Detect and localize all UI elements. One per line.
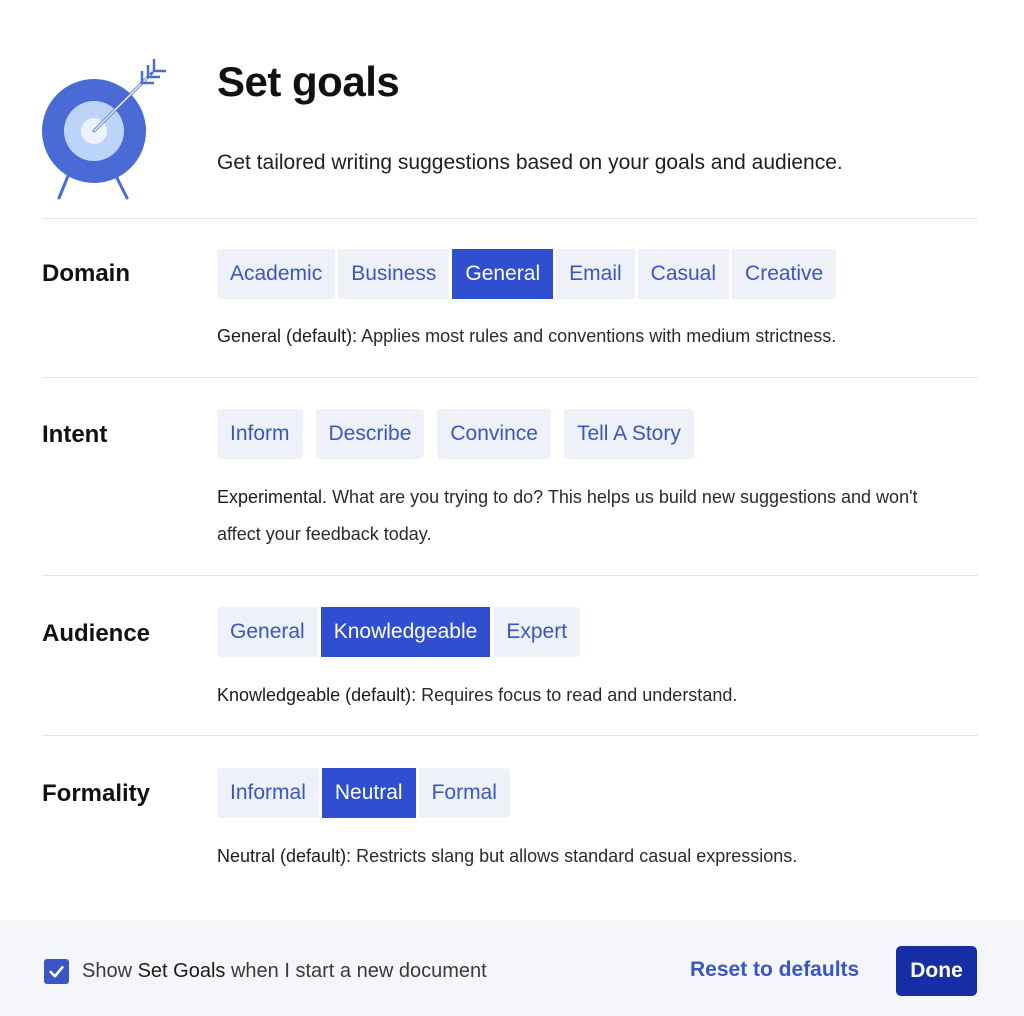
- intent-option-convince[interactable]: Convince: [437, 409, 551, 459]
- intent-option-tell-a-story[interactable]: Tell A Story: [563, 409, 694, 459]
- audience-option-knowledgeable[interactable]: Knowledgeable: [320, 607, 491, 657]
- formality-option-formal[interactable]: Formal: [418, 768, 510, 818]
- audience-description-lead: Knowledgeable (default):: [217, 685, 417, 705]
- divider: [42, 377, 978, 378]
- header: Set goals Get tailored writing suggestio…: [0, 0, 1024, 218]
- show-set-goals-checkbox[interactable]: [44, 959, 69, 984]
- page-title: Set goals: [217, 58, 400, 105]
- reset-to-defaults-button[interactable]: Reset to defaults: [690, 958, 859, 982]
- footer: Show Set Goals when I start a new docume…: [0, 920, 1024, 1016]
- check-label-pre: Show: [82, 960, 138, 982]
- domain-options: Academic Business General Email Casual C…: [217, 249, 837, 299]
- target-icon: [42, 59, 166, 200]
- formality-option-informal[interactable]: Informal: [217, 768, 319, 818]
- done-button[interactable]: Done: [896, 946, 977, 996]
- formality-option-neutral[interactable]: Neutral: [321, 768, 416, 818]
- intent-description-lead: Experimental.: [217, 487, 328, 507]
- intent-option-describe[interactable]: Describe: [315, 409, 425, 459]
- page-subtitle: Get tailored writing suggestions based o…: [217, 151, 843, 174]
- formality-description-lead: Neutral (default):: [217, 846, 352, 866]
- domain-label: Domain: [42, 260, 131, 287]
- formality-options: Informal Neutral Formal: [217, 768, 510, 818]
- intent-options: Inform Describe Convince Tell A Story: [217, 409, 707, 459]
- divider: [42, 735, 978, 736]
- domain-option-general[interactable]: General: [452, 249, 554, 299]
- audience-description-text: Requires focus to read and understand.: [416, 685, 738, 705]
- domain-description-text: Applies most rules and conventions with …: [357, 326, 837, 346]
- domain-option-creative[interactable]: Creative: [732, 249, 837, 299]
- divider: [42, 575, 978, 576]
- domain-option-academic[interactable]: Academic: [217, 249, 336, 299]
- check-label-post: when I start a new document: [225, 960, 487, 982]
- audience-options: General Knowledgeable Expert: [217, 607, 581, 657]
- domain-option-business[interactable]: Business: [338, 249, 450, 299]
- checkmark-icon: [49, 965, 64, 978]
- domain-description: General (default): Applies most rules an…: [217, 318, 957, 355]
- formality-description: Neutral (default): Restricts slang but a…: [217, 838, 957, 875]
- audience-option-expert[interactable]: Expert: [493, 607, 581, 657]
- intent-option-inform[interactable]: Inform: [217, 409, 303, 459]
- domain-description-lead: General (default):: [217, 326, 358, 346]
- audience-description: Knowledgeable (default): Requires focus …: [217, 677, 957, 714]
- formality-label: Formality: [42, 780, 151, 807]
- divider: [42, 218, 978, 219]
- formality-description-text: Restricts slang but allows standard casu…: [351, 846, 798, 866]
- audience-option-general[interactable]: General: [217, 607, 318, 657]
- domain-option-email[interactable]: Email: [556, 249, 635, 299]
- domain-option-casual[interactable]: Casual: [637, 249, 730, 299]
- show-set-goals-label[interactable]: Show Set Goals when I start a new docume…: [82, 960, 487, 983]
- intent-label: Intent: [42, 421, 108, 448]
- intent-description: Experimental. What are you trying to do?…: [217, 479, 957, 553]
- check-label-strong: Set Goals: [137, 960, 226, 982]
- audience-label: Audience: [42, 620, 151, 647]
